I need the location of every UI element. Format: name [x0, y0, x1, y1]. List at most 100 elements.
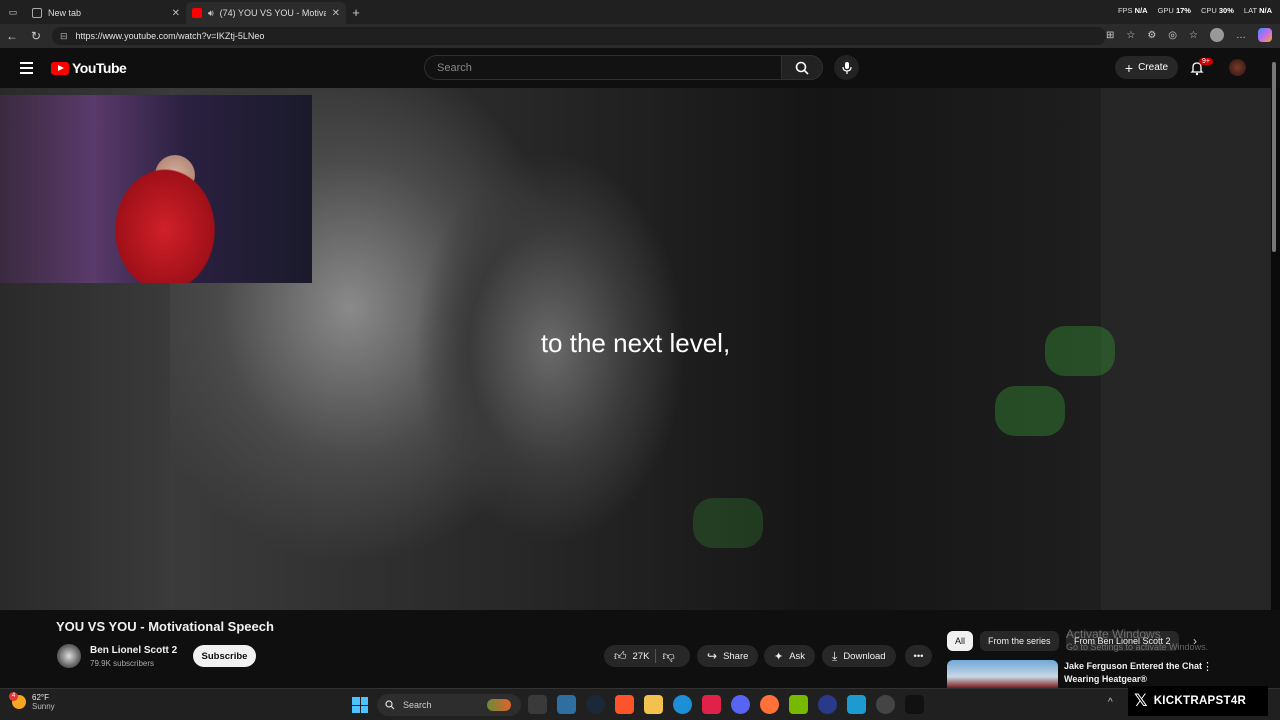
- windows-taskbar: 4 62°F Sunny Search ^: [0, 688, 1280, 720]
- display-app-icon[interactable]: [847, 695, 866, 714]
- create-label: Create: [1138, 62, 1169, 73]
- channel-avatar[interactable]: [57, 644, 81, 668]
- reload-icon[interactable]: ↻: [24, 29, 48, 43]
- share-icon: ↪: [707, 649, 718, 663]
- account-avatar[interactable]: [1229, 59, 1246, 76]
- search-icon: [385, 700, 395, 710]
- close-icon[interactable]: ✕: [172, 8, 180, 19]
- search-placeholder: Search: [437, 61, 472, 74]
- search-icon: [795, 61, 809, 75]
- tiktok-icon[interactable]: [905, 695, 924, 714]
- close-icon[interactable]: ✕: [332, 8, 340, 19]
- address-bar[interactable]: ⊟ https://www.youtube.com/watch?v=IKZtj-…: [52, 27, 1106, 45]
- activate-windows-watermark: Activate Windows Go to Settings to activ…: [1066, 627, 1208, 652]
- plus-icon: +: [1124, 59, 1134, 76]
- tiktok-red-icon[interactable]: [702, 695, 721, 714]
- streamer-handle-overlay: 𝕏 KICKTRAPST4R: [1128, 686, 1268, 716]
- collections-icon[interactable]: ☆: [1189, 30, 1198, 41]
- x-logo-icon: 𝕏: [1134, 691, 1148, 711]
- overlay-emote: [693, 498, 763, 548]
- video-title: YOU VS YOU - Motivational Speech: [56, 619, 274, 634]
- obs-icon[interactable]: [876, 695, 895, 714]
- performance-overlay: FPS N/A GPU 17% CPU 30% LAT N/A: [1117, 6, 1272, 15]
- share-button[interactable]: ↪ Share: [697, 645, 759, 667]
- thumbs-up-icon[interactable]: 👍︎: [614, 649, 627, 664]
- video-caption: to the next level,: [540, 328, 731, 358]
- scroll-thumb[interactable]: [1272, 62, 1276, 252]
- copilot-icon[interactable]: [1258, 28, 1272, 42]
- thumbs-down-icon[interactable]: 👎︎: [662, 649, 674, 664]
- search-highlight-icon: [487, 699, 511, 711]
- browser-toolbar: ← ↻ ⊟ https://www.youtube.com/watch?v=IK…: [0, 24, 1280, 48]
- tab-title: New tab: [48, 8, 82, 18]
- discord-icon[interactable]: [731, 695, 750, 714]
- browser-tools-icon[interactable]: ◎: [1168, 30, 1177, 41]
- logo-text: YouTube: [72, 60, 127, 76]
- channel-name[interactable]: Ben Lionel Scott 2: [90, 645, 177, 656]
- weather-widget[interactable]: 4 62°F Sunny: [9, 692, 55, 711]
- ask-label: Ask: [789, 650, 806, 662]
- split-screen-icon[interactable]: ⊞: [1106, 30, 1114, 41]
- search-label: Search: [403, 700, 432, 710]
- video-player[interactable]: to the next level,: [0, 88, 1280, 610]
- taskbar-search[interactable]: Search: [377, 694, 521, 716]
- recommended-thumbnail[interactable]: [947, 660, 1058, 688]
- page-scrollbar[interactable]: [1270, 50, 1278, 690]
- voice-search-button[interactable]: [834, 55, 859, 80]
- menu-icon[interactable]: [20, 62, 33, 74]
- temperature: 62°F: [32, 693, 49, 702]
- subscribe-button[interactable]: Subscribe: [193, 645, 256, 667]
- chip-from-series[interactable]: From the series: [980, 631, 1059, 651]
- tab-new-tab[interactable]: New tab ✕: [26, 2, 186, 24]
- tab-youtube[interactable]: 🔊︎ (74) YOU VS YOU - Motivatio ✕: [186, 2, 346, 24]
- browser-tab-bar: ▭ New tab ✕ 🔊︎ (74) YOU VS YOU - Motivat…: [0, 0, 1280, 24]
- download-icon: ⤓: [832, 648, 838, 663]
- weather-condition: Sunny: [32, 702, 55, 711]
- speaker-icon[interactable]: 🔊︎: [208, 8, 214, 19]
- recommended-title[interactable]: Jake Ferguson Entered the Chat Wearing H…: [1064, 660, 1204, 686]
- more-icon: •••: [913, 650, 924, 662]
- profile-avatar[interactable]: [1210, 28, 1224, 42]
- search-button[interactable]: [781, 55, 823, 80]
- like-count[interactable]: 27K: [633, 651, 650, 662]
- youtube-play-icon: [51, 61, 69, 75]
- search-input[interactable]: Search: [424, 55, 781, 80]
- start-icon[interactable]: [352, 697, 368, 713]
- youtube-header: YouTube Search + Create 9+: [0, 48, 1280, 88]
- browser-tab-icon: [32, 8, 42, 18]
- chevron-up-icon[interactable]: ^: [1108, 697, 1113, 708]
- tab-title: (74) YOU VS YOU - Motivatio: [219, 8, 326, 18]
- file-explorer-icon[interactable]: [644, 695, 663, 714]
- watermark-title: Activate Windows: [1066, 627, 1161, 641]
- streamer-handle: KICKTRAPST4R: [1153, 695, 1247, 707]
- share-label: Share: [723, 650, 749, 662]
- ask-button[interactable]: ✦ Ask: [764, 645, 816, 667]
- task-view-icon[interactable]: [528, 695, 547, 714]
- app-icon[interactable]: [818, 695, 837, 714]
- back-icon[interactable]: ←: [0, 29, 24, 43]
- notes-app-icon[interactable]: [557, 695, 576, 714]
- nvidia-icon[interactable]: [789, 695, 808, 714]
- download-label: Download: [843, 650, 886, 662]
- firefox-icon[interactable]: [760, 695, 779, 714]
- tab-actions-icon[interactable]: ▭: [0, 0, 26, 24]
- site-info-icon[interactable]: ⊟: [60, 31, 68, 42]
- overlay-emote: [995, 386, 1065, 436]
- watermark-subtitle: Go to Settings to activate Windows.: [1066, 642, 1209, 652]
- brave-icon[interactable]: [615, 695, 634, 714]
- more-actions-button[interactable]: •••: [905, 645, 932, 667]
- new-tab-button[interactable]: +: [346, 5, 366, 20]
- create-button[interactable]: + Create: [1115, 56, 1178, 79]
- download-button[interactable]: ⤓ Download: [822, 645, 896, 667]
- more-icon[interactable]: …: [1236, 30, 1246, 41]
- favorite-icon[interactable]: ☆: [1126, 30, 1135, 41]
- steam-icon[interactable]: [586, 695, 605, 714]
- extensions-icon[interactable]: ⚙: [1147, 30, 1156, 41]
- chip-all[interactable]: All: [947, 631, 974, 651]
- youtube-tab-icon: [192, 8, 202, 18]
- video-letterbox-right: [1101, 88, 1271, 610]
- youtube-logo[interactable]: YouTube: [51, 60, 127, 76]
- edge-icon[interactable]: [673, 695, 692, 714]
- more-vert-icon[interactable]: ⋮: [1202, 660, 1213, 673]
- like-dislike-group: 👍︎ 27K 👎︎: [604, 645, 690, 667]
